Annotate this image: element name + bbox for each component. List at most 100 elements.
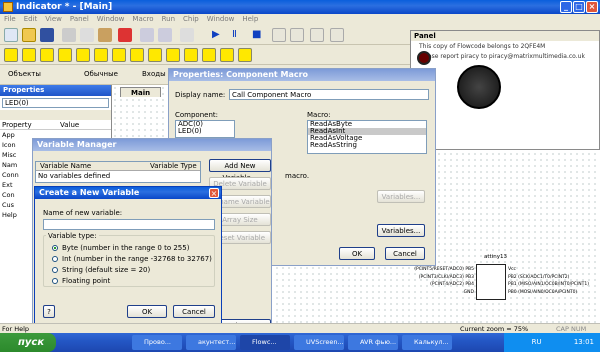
col-property: Property	[2, 121, 32, 129]
chip-name: attiny13	[484, 254, 507, 260]
empty-variables-text: No variables defined	[38, 172, 111, 180]
help-button[interactable]: ?	[43, 305, 55, 318]
type-int-radio[interactable]: Int (number in the range -32768 to 32767…	[52, 255, 212, 263]
cancel-button[interactable]: Cancel	[173, 305, 215, 318]
chip-icon[interactable]	[330, 28, 344, 42]
macro-dialog-title: Properties: Component Macro	[169, 69, 435, 81]
decision-icon[interactable]	[58, 48, 72, 62]
output-icon[interactable]	[22, 48, 36, 62]
pause-icon[interactable]: Ⅱ	[232, 28, 246, 42]
menu-macro[interactable]: Macro	[128, 14, 157, 25]
create-variable-dialog: Create a New Variable × Name of new vari…	[34, 186, 222, 324]
menu-window2[interactable]: Window	[203, 14, 239, 25]
taskbar: пуск Прово... акунтест... Flowc... UVScr…	[0, 333, 600, 352]
undo-icon[interactable]	[140, 28, 154, 42]
start-button[interactable]: пуск	[0, 333, 56, 352]
macro-icon[interactable]	[112, 48, 126, 62]
inputs-button[interactable]: Входы	[142, 70, 166, 78]
type-byte-radio[interactable]: Byte (number in the range 0 to 255)	[52, 244, 189, 252]
list-item[interactable]: ReadAsString	[308, 142, 426, 149]
maximize-button[interactable]: □	[573, 1, 585, 13]
col-variable-name: Variable Name	[40, 162, 92, 170]
interrupt-icon[interactable]	[220, 48, 234, 62]
new-icon[interactable]	[4, 28, 18, 42]
compile-icon[interactable]	[310, 28, 324, 42]
task-button[interactable]: акунтест...	[186, 335, 236, 350]
macro-hint-text: macro.	[285, 172, 310, 180]
loop-icon[interactable]	[94, 48, 108, 62]
led-component[interactable]	[417, 51, 431, 65]
delay-icon[interactable]	[40, 48, 54, 62]
panel-title: Panel	[411, 31, 599, 41]
radio-icon	[52, 267, 58, 273]
delete-icon[interactable]	[118, 28, 132, 42]
panel-window: Panel This copy of Flowcode belongs to 2…	[410, 30, 600, 150]
string-icon[interactable]	[166, 48, 180, 62]
cut-icon[interactable]	[62, 28, 76, 42]
task-button[interactable]: AVR фью...	[348, 335, 398, 350]
menu-run[interactable]: Run	[158, 14, 179, 25]
menu-view[interactable]: View	[41, 14, 66, 25]
variables-button[interactable]: Variables...	[377, 190, 425, 203]
component-selector[interactable]: LED(0)	[2, 98, 109, 108]
variable-name-input[interactable]	[43, 219, 215, 230]
variables-button-2[interactable]: Variables...	[377, 224, 425, 237]
chip-pin-right: PB0 (MOSI/AIN0/OC0A/PCINT0)	[508, 289, 578, 295]
menu-chip[interactable]: Chip	[179, 14, 203, 25]
type-float-radio[interactable]: Floating point	[52, 277, 110, 285]
ok-button[interactable]: OK	[127, 305, 167, 318]
display-name-label: Display name:	[175, 91, 226, 99]
display-name-field[interactable]: Call Component Macro	[229, 89, 429, 100]
objects-button[interactable]: Объекты	[8, 70, 41, 78]
variable-manager-title: Variable Manager	[33, 139, 271, 151]
tab-main[interactable]: Main	[120, 87, 162, 97]
save-icon[interactable]	[40, 28, 54, 42]
close-icon[interactable]: ×	[209, 188, 219, 198]
play-icon[interactable]: ▶	[212, 28, 226, 42]
language-indicator[interactable]: RU	[532, 338, 542, 346]
print-icon[interactable]	[180, 28, 194, 42]
menu-edit[interactable]: Edit	[20, 14, 42, 25]
code-icon[interactable]	[184, 48, 198, 62]
paste-icon[interactable]	[98, 28, 112, 42]
redo-icon[interactable]	[158, 28, 172, 42]
macro-list[interactable]: ReadAsByte ReadAsInt ReadAsVoltage ReadA…	[307, 120, 427, 154]
step-over-icon[interactable]	[290, 28, 304, 42]
menu-window[interactable]: Window	[93, 14, 129, 25]
close-button[interactable]: ×	[586, 1, 598, 13]
panel-notice-1: This copy of Flowcode belongs to 2QFE4M	[419, 43, 546, 50]
add-new-variable-button[interactable]: Add New Variable...	[209, 159, 271, 182]
stop-icon[interactable]: ■	[252, 28, 266, 42]
chip-diagram: attiny13 (PCINT5/RESET/ADC0) PB5 (PCINT3…	[404, 254, 594, 308]
connection-icon[interactable]	[76, 48, 90, 62]
task-button[interactable]: Калькул...	[402, 335, 452, 350]
open-icon[interactable]	[22, 28, 36, 42]
task-button[interactable]: Прово...	[132, 335, 182, 350]
input-icon[interactable]	[4, 48, 18, 62]
type-float-label: Floating point	[62, 277, 111, 285]
minimize-button[interactable]: _	[560, 1, 572, 13]
task-button[interactable]: UVScreen...	[294, 335, 344, 350]
component-list[interactable]: ADC(0) LED(0)	[175, 120, 235, 138]
ordinary-button[interactable]: Обычные	[84, 70, 118, 78]
menu-file[interactable]: File	[0, 14, 20, 25]
app-title: Indicator * - [Main]	[16, 2, 113, 12]
variable-list[interactable]: Variable Name Variable Type No variables…	[35, 161, 201, 183]
copy-icon[interactable]	[80, 28, 94, 42]
type-string-radio[interactable]: String (default size = 20)	[52, 266, 150, 274]
list-item[interactable]: LED(0)	[176, 128, 234, 135]
calculation-icon[interactable]	[148, 48, 162, 62]
comment-icon[interactable]	[202, 48, 216, 62]
component-macro-icon[interactable]	[130, 48, 144, 62]
knob-component[interactable]	[457, 65, 501, 109]
variable-type-label: Variable type:	[46, 232, 99, 240]
radio-icon	[52, 256, 58, 262]
goto-icon[interactable]	[238, 48, 252, 62]
radio-icon	[52, 278, 58, 284]
menu-help[interactable]: Help	[238, 14, 262, 25]
step-into-icon[interactable]	[272, 28, 286, 42]
task-button-active[interactable]: Flowc...	[240, 335, 290, 350]
menu-panel[interactable]: Panel	[66, 14, 93, 25]
component-label: Component:	[175, 111, 218, 119]
macro-ok-button[interactable]: OK	[339, 247, 375, 260]
